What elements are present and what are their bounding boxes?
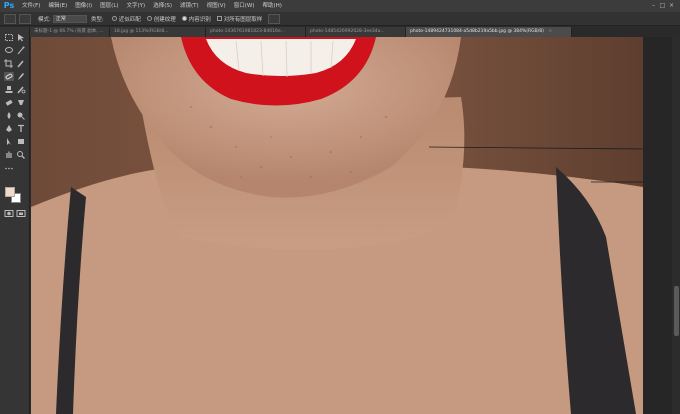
brush-icon[interactable] xyxy=(16,72,26,81)
menu-window[interactable]: 窗口(W) xyxy=(230,0,259,12)
shape-icon[interactable] xyxy=(16,137,26,146)
doc-tab-label: 18.jpg @ 113%(RGB/8... xyxy=(114,29,169,34)
foreground-color-swatch[interactable] xyxy=(5,187,15,197)
document-canvas[interactable] xyxy=(31,37,643,414)
minimize-button[interactable]: – xyxy=(649,2,658,10)
menu-edit[interactable]: 编辑(E) xyxy=(44,0,71,12)
radio-content-aware[interactable] xyxy=(181,16,187,21)
menu-image[interactable]: 图像(I) xyxy=(71,0,96,12)
type-label: 类型: xyxy=(90,16,104,23)
doc-tab-2[interactable]: 18.jpg @ 113%(RGB/8... xyxy=(110,27,206,37)
menu-file[interactable]: 文件(F) xyxy=(18,0,44,12)
hand-icon[interactable] xyxy=(4,150,14,159)
eraser-icon[interactable] xyxy=(4,98,14,107)
doc-tab-active[interactable]: photo-1489424731084-a5d8b219a5bb.jpg @ 3… xyxy=(406,27,572,37)
type-icon[interactable] xyxy=(16,124,26,133)
pressure-icon[interactable] xyxy=(268,13,281,24)
menu-bar: Ps 文件(F) 编辑(E) 图像(I) 图层(L) 文字(Y) 选择(S) 滤… xyxy=(0,0,680,12)
doc-tab-label: 未标题-1 @ 66.7% (背景 副本, ... xyxy=(34,29,104,34)
type-option-3: 内容识别 xyxy=(188,16,211,23)
quick-mask-icon[interactable] xyxy=(4,209,14,218)
pen-icon[interactable] xyxy=(4,124,14,133)
dodge-icon[interactable] xyxy=(16,111,26,120)
clone-stamp-icon[interactable] xyxy=(4,85,14,94)
options-bar: 模式: 正常 类型: 近似匹配 创建纹理 内容识别 对所有图层取样 xyxy=(0,12,680,26)
tool-preset-icon[interactable] xyxy=(4,13,16,24)
marquee-icon[interactable] xyxy=(4,33,14,42)
document-tab-bar: 未标题-1 @ 66.7% (背景 副本, ... 18.jpg @ 113%(… xyxy=(30,27,680,37)
type-option-2: 创建纹理 xyxy=(153,16,176,23)
radio-proximity-match[interactable] xyxy=(111,16,117,21)
doc-tab-label: photo-1436761981023-84616e... xyxy=(210,29,285,34)
crop-icon[interactable] xyxy=(4,59,14,68)
menu-filter[interactable]: 滤镜(T) xyxy=(176,0,203,12)
photo-image xyxy=(31,37,643,414)
tools-panel xyxy=(0,27,30,414)
menu-help[interactable]: 帮助(H) xyxy=(258,0,285,12)
menu-select[interactable]: 选择(S) xyxy=(149,0,176,12)
doc-tab-3[interactable]: photo-1436761981023-84616e... xyxy=(206,27,306,37)
sample-all-checkbox[interactable] xyxy=(216,16,222,21)
vertical-scrollbar[interactable] xyxy=(672,37,680,414)
blur-icon[interactable] xyxy=(4,111,14,120)
brush-size-icon[interactable] xyxy=(19,13,31,24)
doc-tab-1[interactable]: 未标题-1 @ 66.7% (背景 副本, ... xyxy=(30,27,110,37)
doc-tab-label: photo-1489424731084-a5d8b219a5bb.jpg @ 3… xyxy=(410,29,544,34)
lasso-icon[interactable] xyxy=(4,46,14,55)
move-icon[interactable] xyxy=(16,33,26,42)
maximize-button[interactable]: □ xyxy=(658,2,667,10)
eyedropper-icon[interactable] xyxy=(16,59,26,68)
close-icon[interactable]: × xyxy=(548,29,552,34)
zoom-icon[interactable] xyxy=(16,150,26,159)
more-tools-icon[interactable] xyxy=(4,164,14,173)
photoshop-logo: Ps xyxy=(3,1,15,10)
gradient-icon[interactable] xyxy=(16,98,26,107)
menu-view[interactable]: 视图(V) xyxy=(203,0,230,12)
path-select-icon[interactable] xyxy=(4,137,14,146)
screen-mode-icon[interactable] xyxy=(16,209,26,218)
scrollbar-thumb[interactable] xyxy=(674,286,679,336)
sample-all-label: 对所有图层取样 xyxy=(223,16,263,23)
menu-layer[interactable]: 图层(L) xyxy=(96,0,122,12)
spot-healing-icon[interactable] xyxy=(4,72,14,81)
radio-create-texture[interactable] xyxy=(146,16,152,21)
mode-label: 模式: xyxy=(38,16,51,23)
magic-wand-icon[interactable] xyxy=(16,46,26,55)
type-option-1: 近似匹配 xyxy=(118,16,141,23)
menu-type[interactable]: 文字(Y) xyxy=(123,0,150,12)
history-brush-icon[interactable] xyxy=(16,85,26,94)
window-controls: – □ × xyxy=(649,0,676,12)
doc-tab-label: photo-1485426992028-3ee34a... xyxy=(310,29,385,34)
mode-select[interactable]: 正常 xyxy=(52,14,87,23)
doc-tab-4[interactable]: photo-1485426992028-3ee34a... xyxy=(306,27,406,37)
close-button[interactable]: × xyxy=(667,2,676,10)
